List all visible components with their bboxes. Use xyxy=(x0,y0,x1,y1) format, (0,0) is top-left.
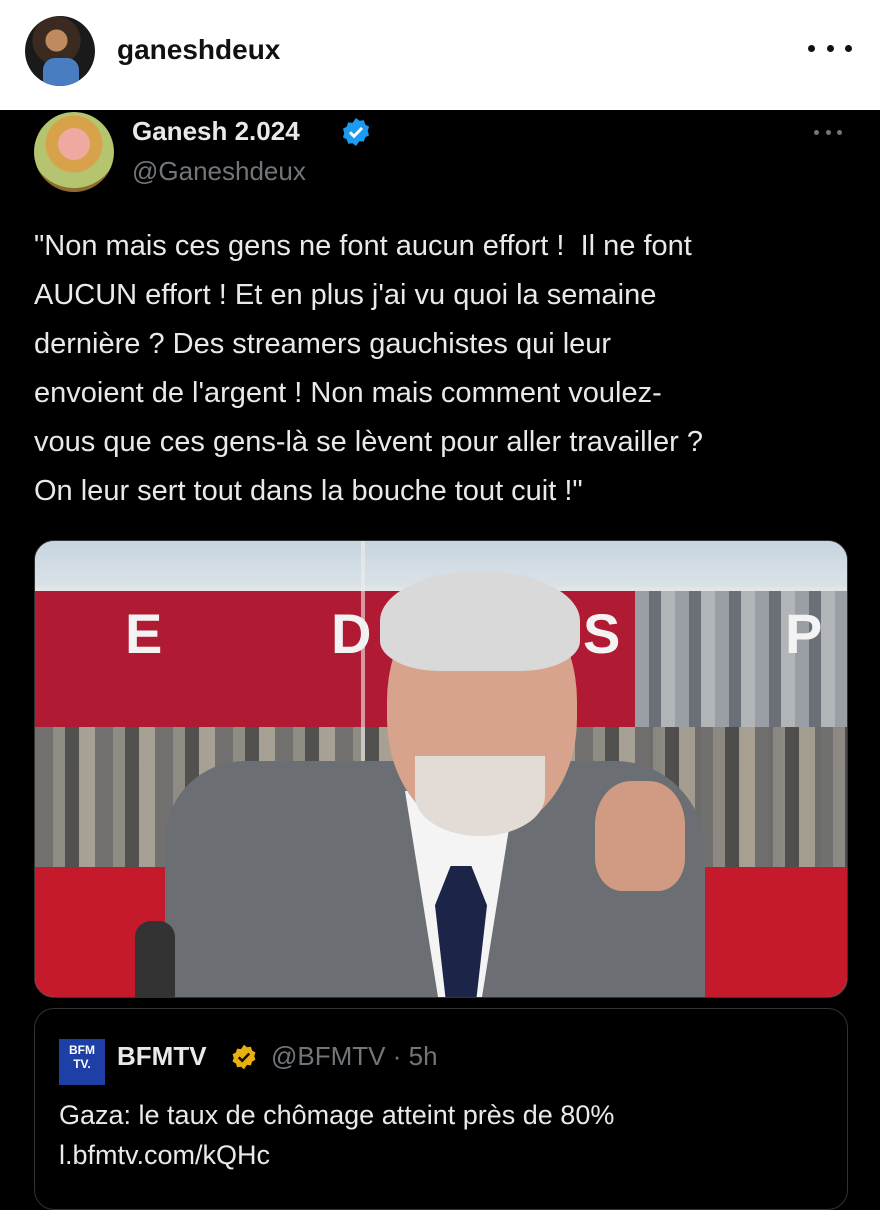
tweet-more-options-icon[interactable] xyxy=(814,127,842,137)
tweet-display-name[interactable]: Ganesh 2.024 xyxy=(132,116,300,147)
media-banner-letter: P xyxy=(785,602,823,665)
media-banner-letter: S xyxy=(583,602,621,665)
quoted-link[interactable]: l.bfmtv.com/kQHc xyxy=(59,1135,270,1175)
quoted-handle-time: @BFMTV · 5h xyxy=(271,1041,438,1071)
tweet-media-image[interactable]: E D S P xyxy=(34,540,848,998)
tweet-avatar[interactable] xyxy=(34,112,114,192)
instagram-post-header: ganeshdeux xyxy=(0,0,880,110)
more-options-icon[interactable] xyxy=(808,36,852,60)
verified-badge-icon xyxy=(342,118,370,146)
media-banner-letter: E xyxy=(125,602,163,665)
media-person-hair xyxy=(380,571,580,671)
media-person-hand xyxy=(595,781,685,891)
quoted-display-name[interactable]: BFMTV xyxy=(117,1041,207,1072)
instagram-username[interactable]: ganeshdeux xyxy=(117,34,280,66)
instagram-avatar[interactable] xyxy=(25,16,95,86)
tweet-text: "Non mais ces gens ne font aucun effort … xyxy=(34,230,703,507)
tweet-handle[interactable]: @Ganeshdeux xyxy=(132,156,306,187)
quoted-tweet[interactable]: BFM TV. BFMTV @BFMTV · 5h Gaza: le taux … xyxy=(34,1008,848,1210)
bfmtv-logo: BFM TV. xyxy=(59,1039,105,1085)
media-banner-letter: D xyxy=(331,602,372,665)
media-person-beard xyxy=(415,756,545,836)
media-microphone xyxy=(135,921,175,997)
gold-verified-badge-icon xyxy=(232,1044,256,1070)
tweet-screenshot: Ganesh 2.024 @Ganeshdeux "Non mais ces g… xyxy=(0,110,880,1210)
quoted-text: Gaza: le taux de chômage atteint près de… xyxy=(59,1100,615,1130)
